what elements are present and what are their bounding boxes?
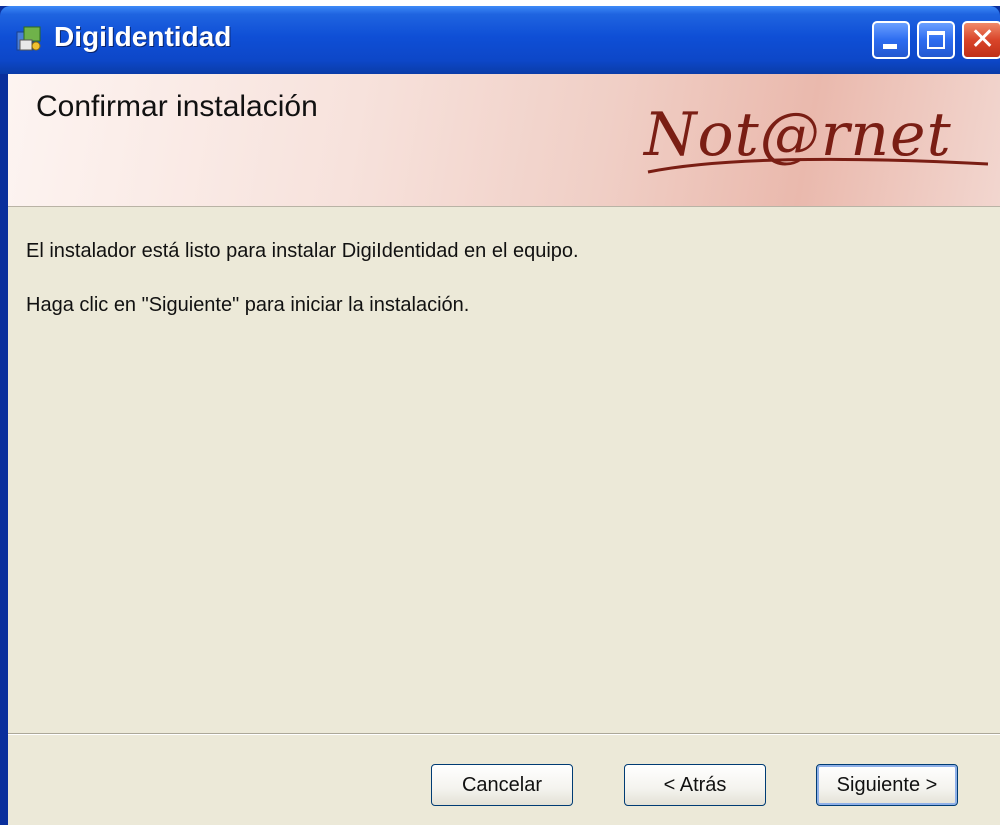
close-icon: ✕ [970,22,996,57]
maximize-button[interactable] [917,21,955,59]
dialog-client-area: Confirmar instalación Not@rnet El instal… [8,74,1000,825]
page-title: Confirmar instalación [36,90,318,123]
window-title: DigiIdentidad [54,21,232,52]
minimize-button[interactable] [872,21,910,59]
title-bar[interactable]: DigiIdentidad ✕ [0,6,1000,74]
installer-window: DigiIdentidad ✕ Confirmar instalación No… [0,6,1000,825]
notarnet-logo: Not@rnet [644,100,952,170]
minimize-icon [883,44,897,49]
close-button[interactable]: ✕ [962,21,1000,59]
cancel-button[interactable]: Cancelar [431,764,573,806]
button-area-divider [8,733,1000,735]
next-button[interactable]: Siguiente > [816,764,958,806]
maximize-icon [927,31,945,49]
header-banner: Confirmar instalación Not@rnet [8,74,1000,207]
info-text-instructions: Haga clic en "Siguiente" para iniciar la… [26,294,470,316]
back-button[interactable]: < Atrás [624,764,766,806]
installer-icon [16,26,41,51]
info-text-ready: El instalador está listo para instalar D… [26,240,579,262]
